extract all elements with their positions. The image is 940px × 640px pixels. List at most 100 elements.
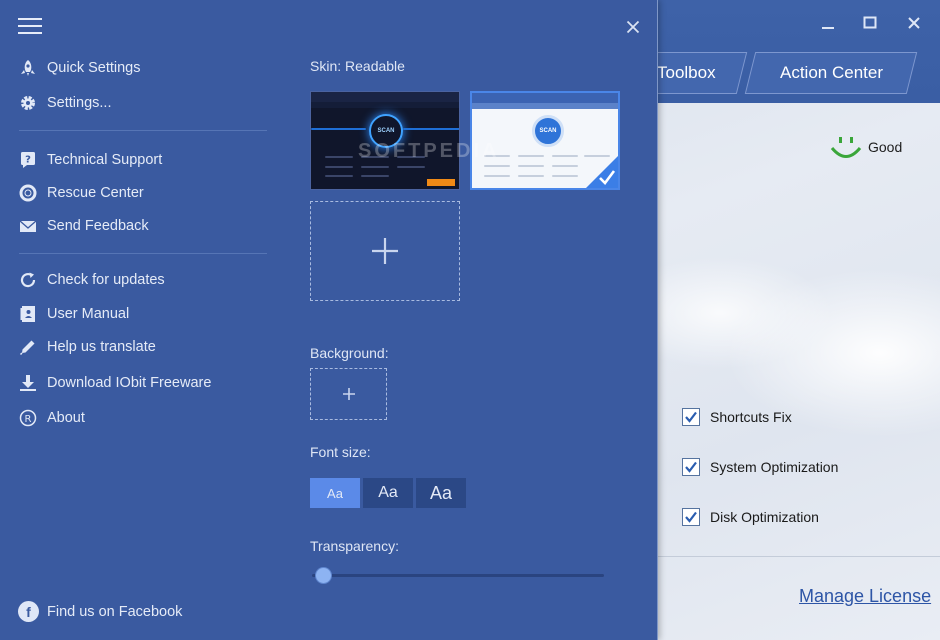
menu-rescue-center[interactable]: Rescue Center bbox=[19, 182, 144, 204]
svg-text:R: R bbox=[25, 414, 32, 425]
check-disk-optimization[interactable]: Disk Optimization bbox=[682, 508, 819, 526]
checkbox[interactable] bbox=[682, 458, 700, 476]
menu-user-manual[interactable]: User Manual bbox=[19, 303, 129, 325]
check-label: Shortcuts Fix bbox=[710, 409, 792, 425]
thumb-titlebar bbox=[472, 93, 618, 103]
skin-label: Skin: Readable bbox=[310, 58, 405, 74]
font-size-label: Font size: bbox=[310, 444, 371, 460]
thumb-tabs bbox=[472, 103, 618, 109]
menu-download-freeware[interactable]: Download IObit Freeware bbox=[19, 372, 211, 394]
settings-panel: Quick Settings Settings... ? Technical S… bbox=[0, 0, 658, 640]
menu-separator bbox=[19, 130, 267, 131]
thumb-item bbox=[484, 165, 510, 167]
rocket-icon bbox=[19, 59, 37, 77]
facebook-link[interactable]: f Find us on Facebook bbox=[18, 601, 182, 622]
menu-send-feedback[interactable]: Send Feedback bbox=[19, 215, 149, 237]
thumb-item bbox=[397, 166, 425, 168]
menu-label: About bbox=[47, 410, 85, 426]
skin-thumbnail-dark[interactable]: SCAN bbox=[310, 91, 460, 190]
thumb-item bbox=[552, 165, 578, 167]
help-icon: ? bbox=[19, 151, 37, 169]
thumb-item bbox=[518, 175, 544, 177]
hamburger-icon-line bbox=[18, 25, 42, 27]
menu-about[interactable]: R About bbox=[19, 407, 85, 429]
status-indicator: Good bbox=[830, 133, 902, 161]
transparency-slider-track[interactable] bbox=[312, 574, 604, 577]
thumb-item bbox=[361, 156, 389, 158]
checkbox[interactable] bbox=[682, 508, 700, 526]
font-size-large[interactable]: Aa bbox=[416, 478, 466, 508]
thumb-item bbox=[397, 156, 425, 158]
menu-label: Send Feedback bbox=[47, 218, 149, 234]
thumb-scan-button: SCAN bbox=[532, 115, 564, 147]
thumb-scan-button: SCAN bbox=[369, 114, 403, 148]
status-text: Good bbox=[868, 139, 903, 155]
checkmark-icon bbox=[685, 411, 697, 423]
close-icon bbox=[908, 17, 920, 29]
window-close-button[interactable] bbox=[899, 10, 929, 36]
registered-icon: R bbox=[19, 409, 37, 427]
smiley-icon bbox=[830, 137, 862, 158]
add-skin-button[interactable] bbox=[310, 201, 460, 301]
thumb-tabs bbox=[311, 102, 459, 108]
skin-thumbnail-readable[interactable]: SCAN bbox=[470, 91, 620, 190]
checkmark-icon bbox=[685, 461, 697, 473]
manage-license-link[interactable]: Manage License bbox=[799, 586, 931, 607]
facebook-icon: f bbox=[18, 601, 39, 622]
thumb-orange-button bbox=[427, 179, 455, 186]
menu-technical-support[interactable]: ? Technical Support bbox=[19, 149, 162, 171]
maximize-icon bbox=[863, 16, 877, 29]
font-size-small[interactable]: Aa bbox=[310, 478, 360, 508]
pencil-icon bbox=[19, 338, 37, 356]
thumb-titlebar bbox=[311, 92, 459, 102]
thumb-item bbox=[325, 166, 353, 168]
download-icon bbox=[19, 374, 37, 392]
divider bbox=[658, 556, 940, 557]
thumb-item bbox=[484, 175, 510, 177]
menu-quick-settings[interactable]: Quick Settings bbox=[19, 57, 141, 79]
maximize-button[interactable] bbox=[855, 10, 885, 36]
selected-check-icon bbox=[586, 156, 618, 188]
tab-action-center-label: Action Center bbox=[779, 63, 883, 82]
panel-close-button[interactable] bbox=[622, 16, 644, 38]
check-shortcuts-fix[interactable]: Shortcuts Fix bbox=[682, 408, 792, 426]
hamburger-icon bbox=[18, 18, 42, 20]
thumb-item bbox=[552, 175, 578, 177]
lifebuoy-icon bbox=[19, 184, 37, 202]
thumb-item bbox=[552, 155, 578, 157]
transparency-slider-handle[interactable] bbox=[316, 568, 332, 583]
thumb-item bbox=[325, 156, 353, 158]
check-label: Disk Optimization bbox=[710, 509, 819, 525]
thumb-item bbox=[325, 175, 353, 177]
minimize-button[interactable] bbox=[813, 10, 843, 36]
checkbox[interactable] bbox=[682, 408, 700, 426]
transparency-label: Transparency: bbox=[310, 538, 399, 554]
thumb-item bbox=[518, 165, 544, 167]
thumb-glow bbox=[311, 128, 366, 130]
check-system-optimization[interactable]: System Optimization bbox=[682, 458, 838, 476]
envelope-icon bbox=[19, 217, 37, 235]
close-icon bbox=[626, 20, 640, 34]
check-label: System Optimization bbox=[710, 459, 839, 475]
menu-label: Rescue Center bbox=[47, 185, 144, 201]
tab-action-center[interactable]: Action Center bbox=[744, 52, 918, 94]
manual-icon bbox=[19, 305, 37, 323]
plus-icon bbox=[372, 238, 398, 264]
menu-settings[interactable]: Settings... bbox=[19, 92, 111, 114]
menu-label: Quick Settings bbox=[47, 60, 141, 76]
hamburger-icon-line bbox=[18, 32, 42, 34]
plus-icon bbox=[342, 388, 355, 400]
svg-text:?: ? bbox=[25, 155, 31, 166]
hamburger-menu-button[interactable] bbox=[18, 18, 42, 38]
menu-label: Technical Support bbox=[47, 152, 163, 168]
thumb-item bbox=[484, 155, 510, 157]
thumb-item bbox=[361, 175, 389, 177]
add-background-button[interactable] bbox=[310, 368, 387, 420]
font-size-medium[interactable]: Aa bbox=[363, 478, 413, 508]
menu-label: Settings... bbox=[47, 95, 112, 111]
thumb-item bbox=[361, 166, 389, 168]
menu-check-updates[interactable]: Check for updates bbox=[19, 269, 165, 291]
menu-help-translate[interactable]: Help us translate bbox=[19, 336, 156, 358]
thumb-glow bbox=[403, 128, 459, 130]
menu-label: Download IObit Freeware bbox=[47, 375, 212, 391]
